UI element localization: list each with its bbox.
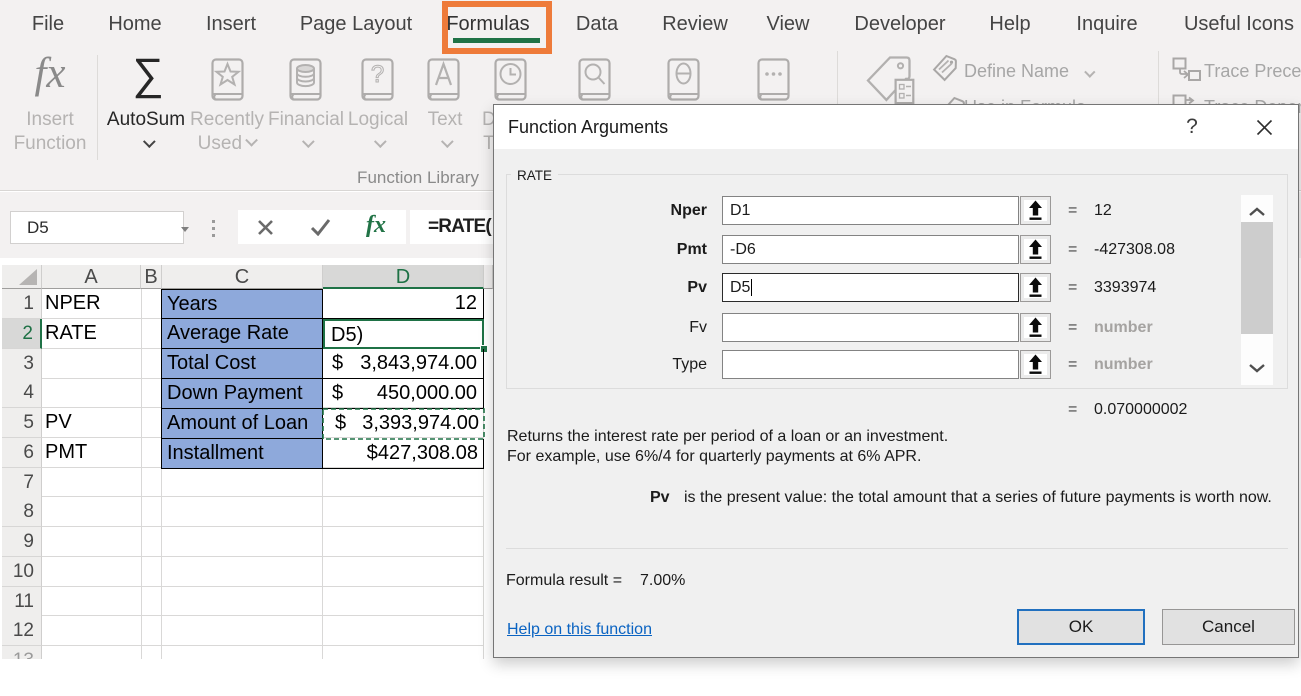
svg-text:?: ? bbox=[371, 61, 384, 88]
